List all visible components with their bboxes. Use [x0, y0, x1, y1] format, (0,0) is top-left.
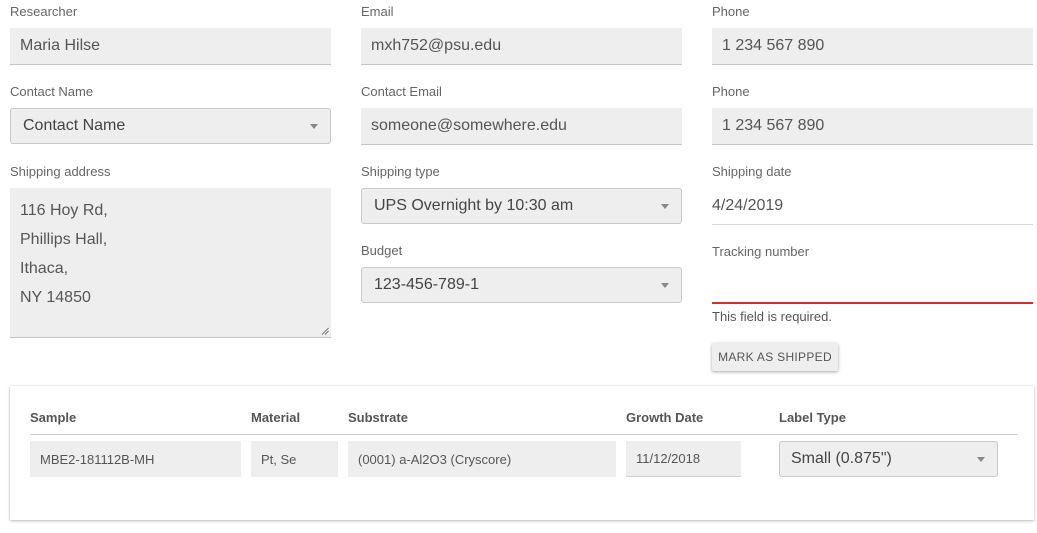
- phone-label: Phone: [712, 4, 750, 19]
- column-header-label-type: Label Type: [779, 410, 846, 425]
- chevron-down-icon: [661, 283, 669, 288]
- email-label: Email: [361, 4, 394, 19]
- sample-cell: MBE2-181112B-MH: [30, 441, 241, 477]
- researcher-field[interactable]: Maria Hilse: [10, 28, 331, 65]
- chevron-down-icon: [661, 204, 669, 209]
- shipping-type-label: Shipping type: [361, 164, 440, 179]
- shipping-address-label: Shipping address: [10, 164, 111, 179]
- address-line: Phillips Hall,: [20, 231, 108, 248]
- shipping-date-field[interactable]: 4/24/2019: [712, 188, 1033, 225]
- growth-date-cell: 11/12/2018: [626, 441, 741, 477]
- address-line: Ithaca,: [20, 260, 69, 277]
- tracking-number-label: Tracking number: [712, 244, 810, 259]
- tracking-error-underline: [712, 302, 1033, 304]
- contact-name-select[interactable]: Contact Name: [10, 108, 331, 144]
- column-header-substrate: Substrate: [348, 410, 408, 425]
- material-cell: Pt, Se: [251, 441, 338, 477]
- chevron-down-icon: [977, 457, 985, 462]
- phone-field[interactable]: 1 234 567 890: [712, 28, 1033, 65]
- shipping-address-textarea[interactable]: 116 Hoy Rd, Phillips Hall, Ithaca, NY 14…: [10, 188, 331, 338]
- shipping-type-value: UPS Overnight by 10:30 am: [374, 197, 574, 214]
- chevron-down-icon: [310, 124, 318, 129]
- budget-select[interactable]: 123-456-789-1: [361, 267, 682, 303]
- researcher-label: Researcher: [10, 4, 78, 19]
- shipping-type-select[interactable]: UPS Overnight by 10:30 am: [361, 188, 682, 224]
- substrate-cell: (0001) a-Al2O3 (Cryscore): [348, 441, 616, 477]
- column-header-growth-date: Growth Date: [626, 410, 704, 425]
- resize-grip-icon[interactable]: [321, 327, 329, 335]
- email-field[interactable]: mxh752@psu.edu: [361, 28, 682, 65]
- tracking-error-text: This field is required.: [712, 309, 832, 324]
- table-header-divider: [30, 434, 1018, 435]
- budget-label: Budget: [361, 243, 403, 258]
- contact-phone-label: Phone: [712, 84, 750, 99]
- contact-phone-field[interactable]: 1 234 567 890: [712, 108, 1033, 145]
- tracking-number-input[interactable]: [712, 268, 1033, 302]
- contact-email-field[interactable]: someone@somewhere.edu: [361, 108, 682, 145]
- address-line: 116 Hoy Rd,: [20, 202, 108, 219]
- column-header-sample: Sample: [30, 410, 77, 425]
- contact-email-label: Contact Email: [361, 84, 442, 99]
- samples-card: Sample Material Substrate Growth Date La…: [10, 386, 1034, 520]
- shipping-date-label: Shipping date: [712, 164, 792, 179]
- column-header-material: Material: [251, 410, 301, 425]
- contact-name-value: Contact Name: [23, 117, 126, 134]
- label-type-value: Small (0.875"): [791, 450, 892, 467]
- contact-name-label: Contact Name: [10, 84, 94, 99]
- address-line: NY 14850: [20, 289, 91, 306]
- mark-as-shipped-button[interactable]: MARK AS SHIPPED: [712, 343, 838, 371]
- label-type-select[interactable]: Small (0.875"): [779, 441, 998, 477]
- budget-value: 123-456-789-1: [374, 276, 479, 293]
